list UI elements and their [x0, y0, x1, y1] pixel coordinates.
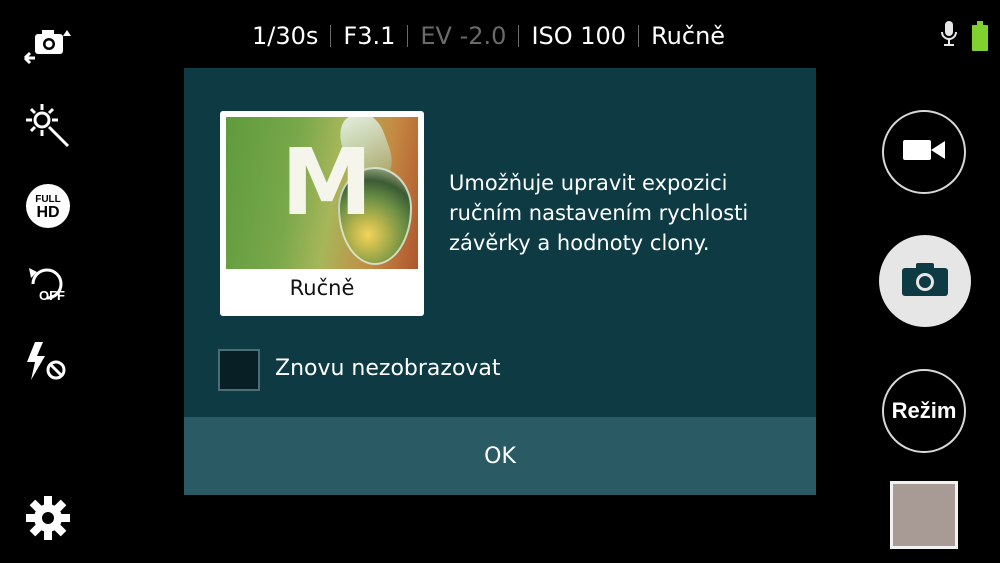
mode-info-dialog: M Ručně Umožňuje upravit expozici ručním…: [184, 68, 816, 495]
mode-letter: M: [281, 129, 373, 236]
mode-value: Ručně: [651, 22, 726, 50]
capture-photo-button[interactable]: [879, 235, 971, 327]
dont-show-again-checkbox[interactable]: [218, 349, 260, 391]
record-video-button[interactable]: [882, 110, 966, 194]
svg-text:OFF: OFF: [39, 288, 65, 303]
switch-camera-icon[interactable]: [22, 22, 74, 70]
gallery-thumbnail[interactable]: [890, 481, 958, 549]
exposure-value: EV -2.0: [420, 22, 507, 50]
mode-description: Umožňuje upravit expozici ručním nastave…: [449, 171, 749, 255]
effects-icon[interactable]: [22, 102, 74, 150]
svg-text:HD: HD: [36, 204, 59, 221]
dont-show-again-label[interactable]: Znovu nezobrazovat: [275, 356, 501, 381]
settings-icon[interactable]: [22, 494, 74, 542]
battery-icon: [972, 21, 988, 51]
mode-card: M Ručně: [220, 111, 424, 316]
timer-off-icon[interactable]: OFF: [22, 262, 74, 310]
mode-card-label: Ručně: [289, 276, 355, 300]
flash-off-icon[interactable]: [22, 338, 74, 386]
full-hd-icon[interactable]: FULL HD: [22, 182, 74, 230]
camera-settings-bar: 1/30s F3.1 EV -2.0 ISO 100 Ručně: [240, 16, 737, 56]
mode-button[interactable]: Režim: [882, 369, 966, 453]
aperture-value: F3.1: [343, 22, 396, 50]
camera-icon: [902, 262, 948, 300]
status-icons: [940, 20, 988, 52]
video-camera-icon: [903, 138, 945, 166]
mode-image: M: [226, 117, 418, 269]
microphone-icon: [940, 20, 958, 52]
ok-button[interactable]: OK: [184, 417, 816, 495]
shutter-speed-value: 1/30s: [252, 22, 319, 50]
iso-value: ISO 100: [531, 22, 627, 50]
